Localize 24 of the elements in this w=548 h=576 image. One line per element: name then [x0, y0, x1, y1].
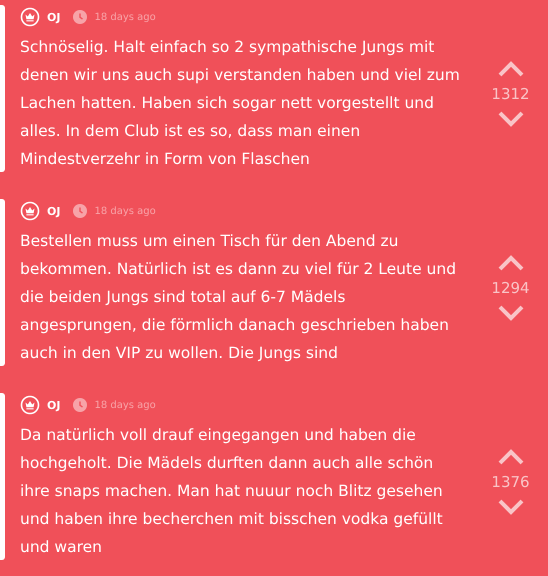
clock-icon	[73, 398, 88, 412]
author-name: OJ	[47, 10, 60, 24]
crown-icon	[20, 395, 40, 415]
post-time: 18 days ago	[94, 400, 156, 410]
author-name: OJ	[47, 398, 60, 412]
upvote-icon[interactable]	[498, 61, 524, 77]
crown-icon	[20, 201, 40, 221]
post-text: Bestellen muss um einen Tisch für den Abend zu bekommen. Natürlich ist es dann zu viel für 2 Leute und die beiden Jungs sind total auf 6-7 Mädels angesprungen, die förmlich danach geschrieben haben auch in den VIP zu wollen. Die Jungs sind	[20, 231, 458, 364]
upvote-icon[interactable]	[498, 255, 524, 271]
vote-count: 1312	[491, 85, 530, 103]
vote-count: 1294	[491, 279, 530, 297]
post-text: Schnöselig. Halt einfach so 2 sympathische Jungs mit denen wir uns auch supi verstanden haben und viel zum Lachen hatten. Haben sich sogar nett vorgestellt und alles. In dem Club ist es so, dass man einen Mindestverzehr in Form von Flaschen	[20, 37, 460, 170]
clock-icon	[73, 10, 88, 24]
upvote-icon[interactable]	[498, 449, 524, 465]
post-time: 18 days ago	[94, 206, 156, 216]
vote-count: 1376	[491, 473, 530, 491]
downvote-icon[interactable]	[498, 305, 524, 321]
post-time: 18 days ago	[94, 12, 156, 22]
crown-icon	[20, 7, 40, 27]
downvote-icon[interactable]	[498, 499, 524, 515]
clock-icon	[73, 204, 88, 218]
post-text: Da natürlich voll drauf eingegangen und haben die hochgeholt. Die Mädels durften dann auch alle schön ihre snaps machen. Man hat nuuur noch Blitz gesehen und haben ihre becherchen mit bisschen vodka gefüllt und waren	[20, 425, 444, 558]
author-name: OJ	[47, 204, 60, 218]
downvote-icon[interactable]	[498, 111, 524, 127]
